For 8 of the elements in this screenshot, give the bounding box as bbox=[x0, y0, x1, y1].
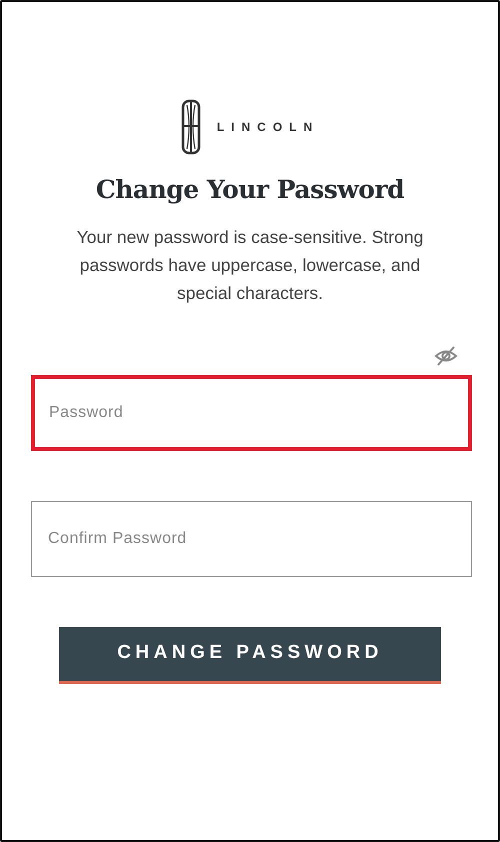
password-field[interactable]: Password bbox=[31, 374, 472, 450]
description-text: Your new password is case-sensitive. Strong passwords have uppercase, lowercase, and special characters. bbox=[76, 226, 424, 305]
hidden-eye-icon[interactable] bbox=[434, 344, 458, 366]
page-title: Change Your Password bbox=[96, 174, 404, 206]
change-password-button[interactable]: CHANGE PASSWORD bbox=[59, 626, 441, 684]
logo-icon bbox=[180, 99, 201, 155]
password-field[interactable]: Confirm Password bbox=[31, 500, 472, 576]
logo-wordmark: LINCOLN bbox=[216, 119, 320, 136]
